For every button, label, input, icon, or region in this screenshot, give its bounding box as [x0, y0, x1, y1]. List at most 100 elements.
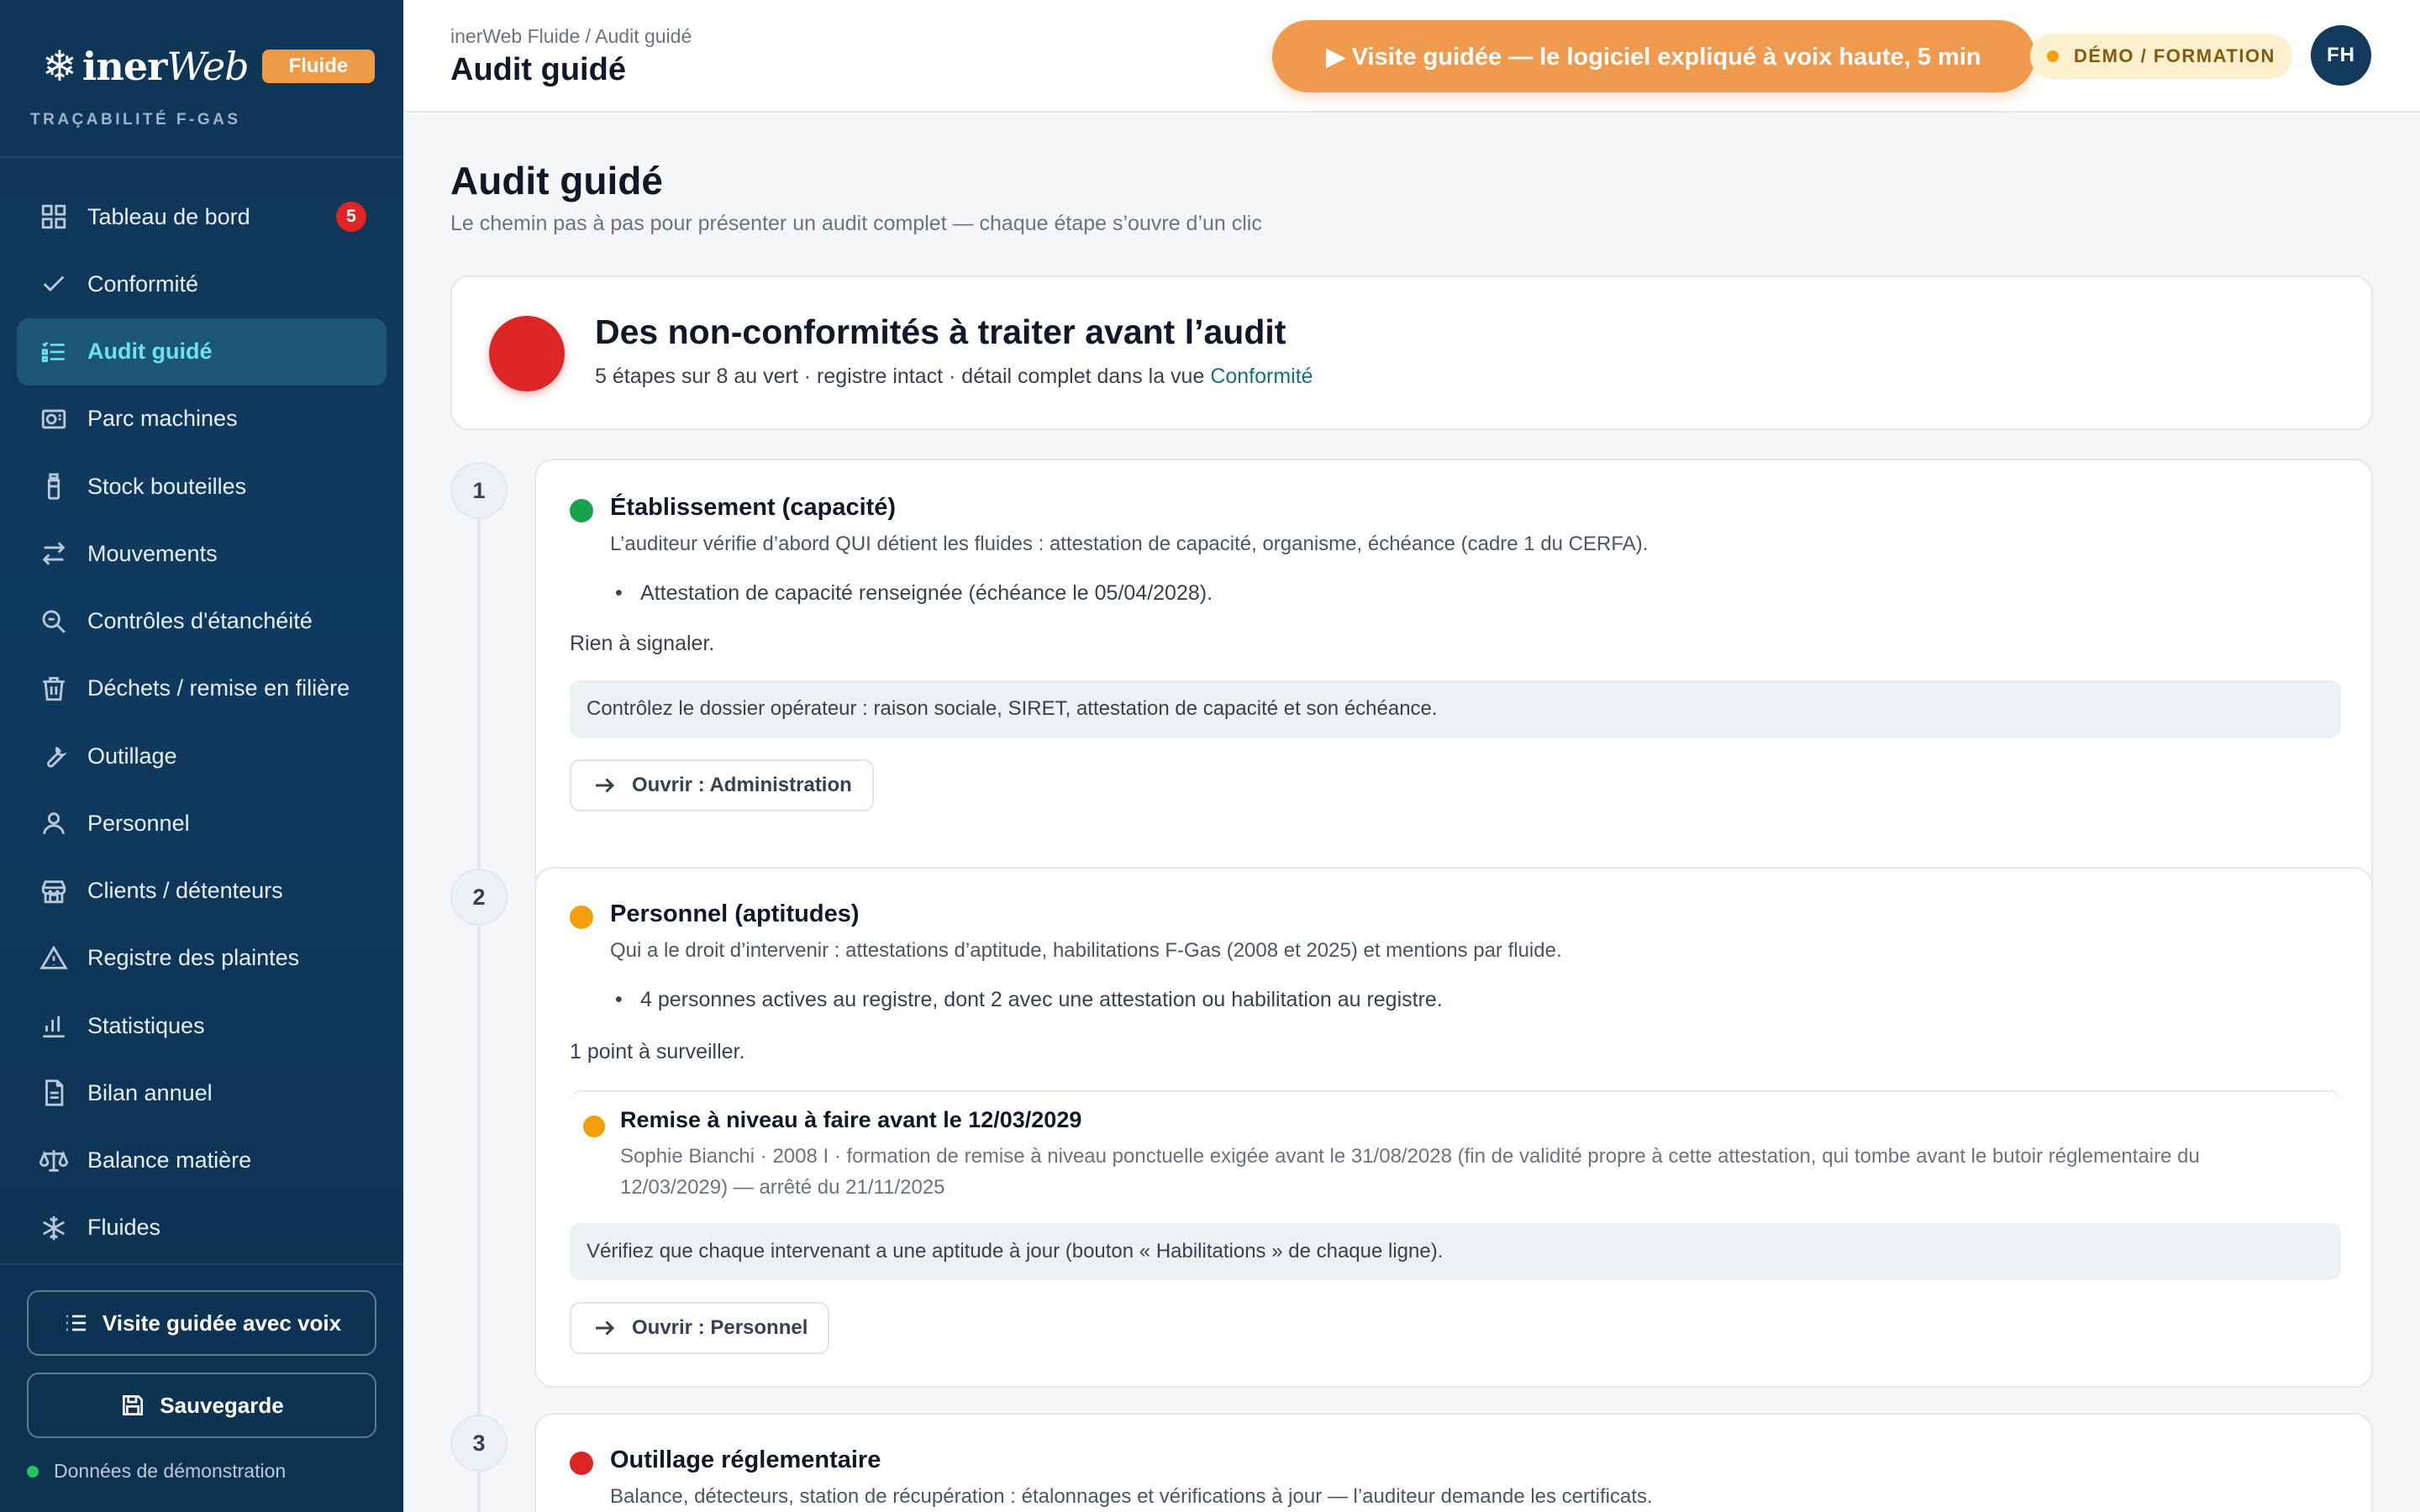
summary-text: 5 étapes sur 8 au vert · registre intact… [595, 365, 1313, 388]
timeline-line [477, 482, 481, 1512]
warning-icon [39, 943, 69, 974]
sidebar-item-label: Déchets / remise en filière [87, 675, 350, 701]
sidebar-item-balance-matiere[interactable]: Balance matière [17, 1127, 387, 1194]
wrench-icon [39, 741, 69, 771]
sidebar-divider [0, 1263, 403, 1265]
step-title: Personnel (aptitudes) [610, 900, 860, 927]
sidebar-item-label: Outillage [87, 743, 177, 769]
step-description: Balance, détecteurs, station de récupéra… [610, 1485, 1653, 1508]
snowflake-icon [39, 1213, 69, 1243]
conformite-link[interactable]: Conformité [1210, 365, 1313, 388]
sidebar-item-dechets[interactable]: Déchets / remise en filière [17, 655, 387, 722]
demo-data-indicator: Données de démonstration [27, 1460, 286, 1483]
sidebar-nav: Tableau de bord 5 Conformité Audit guidé… [17, 183, 387, 1262]
check-icon [39, 269, 69, 299]
topbar-title: Audit guidé [450, 52, 626, 87]
step-title: Outillage réglementaire [610, 1446, 881, 1473]
sidebar-item-label: Stock bouteilles [87, 473, 247, 499]
sidebar-item-fluides[interactable]: Fluides [17, 1194, 387, 1262]
sidebar-item-outillage[interactable]: Outillage [17, 722, 387, 790]
sidebar-item-audit-guide[interactable]: Audit guidé [17, 318, 387, 386]
summary-title: Des non-conformités à traiter avant l’au… [595, 312, 1286, 351]
brand-product-pill: Fluide [261, 50, 376, 83]
document-icon [39, 1078, 69, 1108]
sidebar-item-clients[interactable]: Clients / détenteurs [17, 858, 387, 925]
step-bullet: Attestation de capacité renseignée (éché… [615, 581, 1213, 606]
step-bullet: 4 personnes actives au registre, dont 2 … [615, 988, 1443, 1012]
sidebar-item-conformite[interactable]: Conformité [17, 250, 387, 318]
status-dot [570, 499, 593, 522]
sidebar-item-label: Mouvements [87, 540, 218, 566]
demo-mode-badge: DÉMO / FORMATION [2030, 34, 2292, 79]
guided-tour-voice-button[interactable]: Visite guidée avec voix [27, 1290, 376, 1356]
sidebar-item-controles-etancheite[interactable]: Contrôles d'étanchéité [17, 588, 387, 655]
sidebar-item-personnel[interactable]: Personnel [17, 790, 387, 857]
sidebar-item-label: Parc machines [87, 406, 238, 432]
open-personnel-button[interactable]: Ouvrir : Personnel [570, 1302, 830, 1354]
issue-description: Sophie Bianchi · 2008 I · formation de r… [620, 1145, 2200, 1199]
sidebar-item-statistiques[interactable]: Statistiques [17, 992, 387, 1059]
sidebar-item-label: Balance matière [87, 1147, 252, 1173]
status-dot [2047, 50, 2060, 62]
step-hint: Vérifiez que chaque intervenant a une ap… [570, 1223, 2341, 1280]
step-verdict: Rien à signaler. [570, 632, 715, 655]
checklist-icon [66, 1315, 86, 1331]
step-number: 3 [450, 1415, 508, 1472]
transfer-icon [39, 538, 69, 569]
brand-tagline: TRAÇABILITÉ F-GAS [30, 111, 241, 129]
status-dot [570, 906, 593, 929]
sidebar-item-label: Audit guidé [87, 339, 213, 364]
scale-icon [39, 1146, 69, 1176]
backup-label: Sauvegarde [160, 1392, 284, 1418]
open-administration-button[interactable]: Ouvrir : Administration [570, 759, 874, 811]
grid-icon [39, 202, 69, 232]
sidebar-divider [0, 156, 403, 158]
audit-step-card: Outillage réglementaire Balance, détecte… [534, 1413, 2373, 1512]
sidebar-item-label: Contrôles d'étanchéité [87, 608, 313, 633]
step-number: 1 [450, 462, 508, 519]
issue-item: Remise à niveau à faire avant le 12/03/2… [570, 1090, 2341, 1208]
brand-logo[interactable]: ❄ inerWeb Fluide [42, 44, 376, 89]
sidebar: ❄ inerWeb Fluide TRAÇABILITÉ F-GAS Table… [0, 0, 403, 1512]
checklist-icon [39, 337, 69, 367]
save-icon [123, 1395, 144, 1415]
sidebar-item-mouvements[interactable]: Mouvements [17, 520, 387, 587]
sidebar-item-label: Clients / détenteurs [87, 878, 283, 903]
sidebar-item-label: Conformité [87, 270, 199, 297]
topbar: inerWeb Fluide / Audit guidé Audit guidé… [403, 0, 2420, 113]
arrow-right-icon [596, 1320, 615, 1336]
sidebar-item-label: Bilan annuel [87, 1079, 213, 1105]
sidebar-item-label: Tableau de bord [87, 203, 250, 229]
brand-name: inerWeb [82, 44, 250, 89]
arrow-right-icon [596, 778, 615, 793]
backup-button[interactable]: Sauvegarde [27, 1373, 376, 1438]
sidebar-item-tableau-de-bord[interactable]: Tableau de bord 5 [17, 183, 387, 250]
sidebar-item-registre-plaintes[interactable]: Registre des plaintes [17, 925, 387, 992]
step-number: 2 [450, 869, 508, 926]
guided-tour-button[interactable]: ▶ Visite guidée — le logiciel expliqué à… [1272, 20, 2035, 92]
step-hint: Contrôlez le dossier opérateur : raison … [570, 680, 2341, 738]
sidebar-item-label: Fluides [87, 1215, 161, 1241]
sidebar-item-parc-machines[interactable]: Parc machines [17, 386, 387, 453]
machine-icon [39, 404, 69, 434]
sidebar-item-stock-bouteilles[interactable]: Stock bouteilles [17, 453, 387, 520]
guided-tour-voice-label: Visite guidée avec voix [102, 1310, 342, 1336]
step-verdict: 1 point à surveiller. [570, 1040, 745, 1063]
status-dot [570, 1452, 593, 1475]
issue-title: Remise à niveau à faire avant le 12/03/2… [620, 1107, 1082, 1132]
status-indicator [489, 316, 565, 391]
breadcrumb: inerWeb Fluide / Audit guidé [450, 25, 692, 47]
notification-badge: 5 [336, 202, 366, 232]
step-description: Qui a le droit d’intervenir : attestatio… [610, 939, 1562, 962]
search-icon [39, 606, 69, 637]
sidebar-item-label: Registre des plaintes [87, 945, 300, 971]
warning-dot [583, 1116, 605, 1137]
avatar[interactable]: FH [2311, 25, 2371, 86]
demo-data-label: Données de démonstration [54, 1460, 287, 1482]
main-content: Audit guidé Le chemin pas à pas pour pré… [403, 113, 2420, 1512]
sidebar-item-bilan-annuel[interactable]: Bilan annuel [17, 1059, 387, 1126]
sidebar-item-label: Personnel [87, 810, 190, 836]
trash-icon [39, 674, 69, 704]
page-subtitle: Le chemin pas à pas pour présenter un au… [450, 212, 1262, 235]
status-dot [27, 1465, 39, 1478]
